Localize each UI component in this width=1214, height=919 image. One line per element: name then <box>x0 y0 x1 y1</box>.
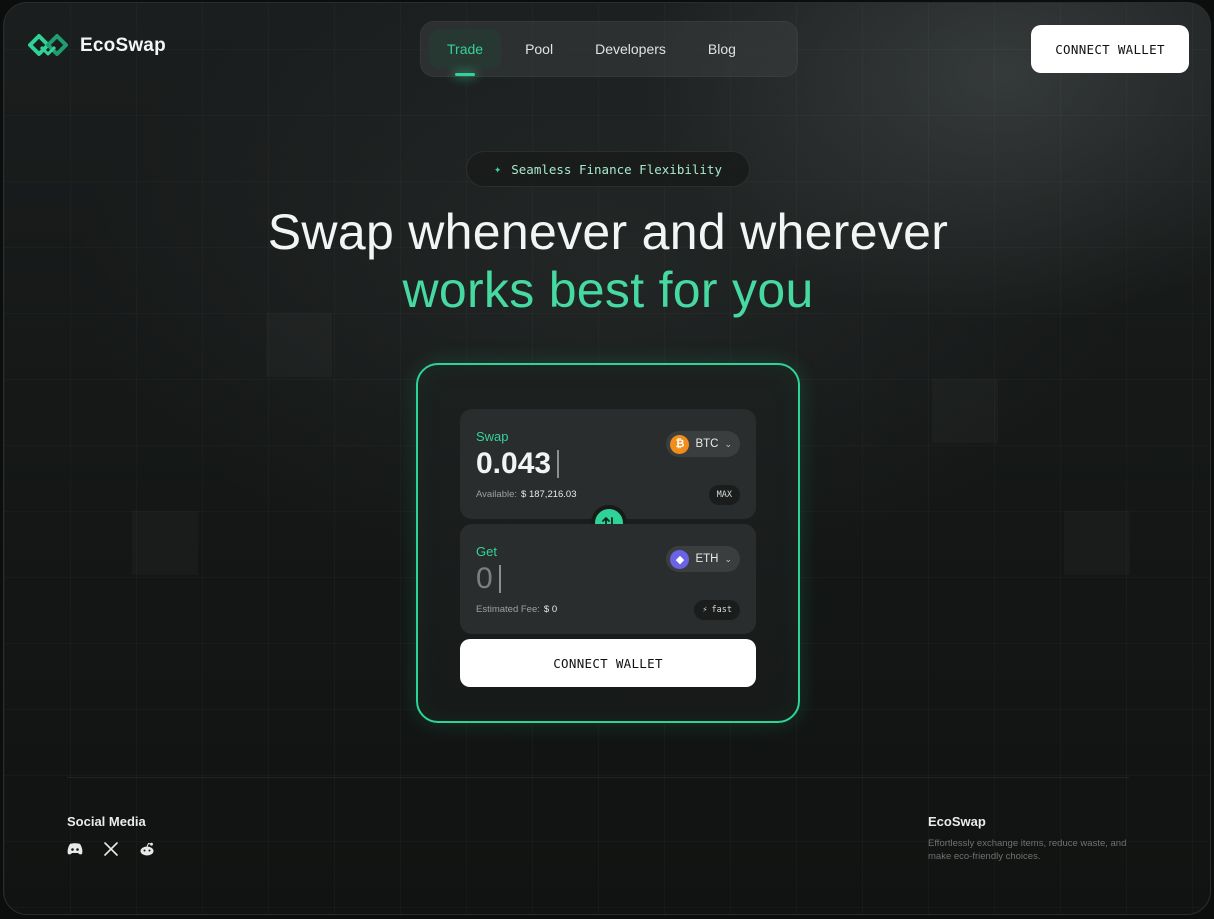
max-button[interactable]: MAX <box>708 485 740 505</box>
from-token-selector[interactable]: ₿ BTC ⌄ <box>666 431 740 457</box>
swap-amount-input[interactable]: 0.043 <box>476 447 560 481</box>
text-caret <box>498 565 501 593</box>
hero-badge: ✦ Seamless Finance Flexibility <box>466 151 750 187</box>
background-tile <box>932 379 998 443</box>
swap-to-panel: Get 0 Estimated Fee: $ 0 ◆ ETH ⌄ ⚡ fast <box>460 524 756 634</box>
available-label: Available: <box>476 489 518 500</box>
discord-icon[interactable] <box>67 841 83 857</box>
get-amount-value: 0 <box>476 562 493 595</box>
footer-brand: EcoSwap <box>928 814 986 829</box>
background-tile <box>1064 511 1130 575</box>
social-media-title: Social Media <box>67 814 146 829</box>
brand-logo[interactable]: EcoSwap <box>28 33 166 59</box>
chevron-down-icon: ⌄ <box>724 553 732 564</box>
to-token-label: ETH <box>695 553 719 565</box>
bitcoin-icon: ₿ <box>670 434 690 454</box>
available-value: $ 187,216.03 <box>521 489 577 500</box>
swap-amount-value: 0.043 <box>476 447 552 480</box>
nav-item-developers[interactable]: Developers <box>577 29 684 69</box>
sparkle-icon: ✦ <box>494 162 502 176</box>
social-links <box>67 841 155 857</box>
available-balance: Available: $ 187,216.03 <box>476 489 577 500</box>
connect-wallet-button[interactable]: CONNECT WALLET <box>1031 25 1189 73</box>
swap-from-label: Swap <box>476 429 509 444</box>
footer-divider <box>67 777 1129 778</box>
get-amount-input[interactable]: 0 <box>476 562 501 596</box>
hero-badge-label: Seamless Finance Flexibility <box>511 161 722 177</box>
estimated-fee: Estimated Fee: $ 0 <box>476 604 557 615</box>
hero-title-line-1: Swap whenever and wherever <box>267 204 949 260</box>
fee-label: Estimated Fee: <box>476 604 540 615</box>
chevron-down-icon: ⌄ <box>724 438 732 449</box>
speed-toggle[interactable]: ⚡ fast <box>694 600 740 620</box>
nav-item-trade[interactable]: Trade <box>429 29 502 76</box>
card-connect-wallet-button[interactable]: CONNECT WALLET <box>460 639 756 687</box>
lightning-icon: ⚡ <box>702 605 708 615</box>
hero-title-line-2: works best for you <box>402 262 814 318</box>
background-tile <box>266 313 332 377</box>
ethereum-icon: ◆ <box>670 549 690 569</box>
ecoswap-logo-icon <box>28 34 68 56</box>
swap-from-panel: Swap 0.043 Available: $ 187,216.03 ₿ BTC … <box>460 409 756 519</box>
x-icon[interactable] <box>103 841 119 857</box>
brand-name: EcoSwap <box>80 35 166 56</box>
speed-label: fast <box>711 605 732 615</box>
nav-item-blog[interactable]: Blog <box>690 29 754 69</box>
main-nav: Trade Pool Developers Blog <box>420 21 798 77</box>
swap-to-label: Get <box>476 544 497 559</box>
footer-description: Effortlessly exchange items, reduce wast… <box>928 838 1127 862</box>
app-frame: EcoSwap Trade Pool Developers Blog CONNE… <box>3 2 1211 915</box>
reddit-icon[interactable] <box>139 841 155 857</box>
nav-item-pool[interactable]: Pool <box>507 29 571 69</box>
text-caret <box>557 450 560 478</box>
from-token-label: BTC <box>695 438 719 450</box>
background-tile <box>132 511 198 575</box>
fee-value: $ 0 <box>543 604 558 615</box>
to-token-selector[interactable]: ◆ ETH ⌄ <box>666 546 740 572</box>
